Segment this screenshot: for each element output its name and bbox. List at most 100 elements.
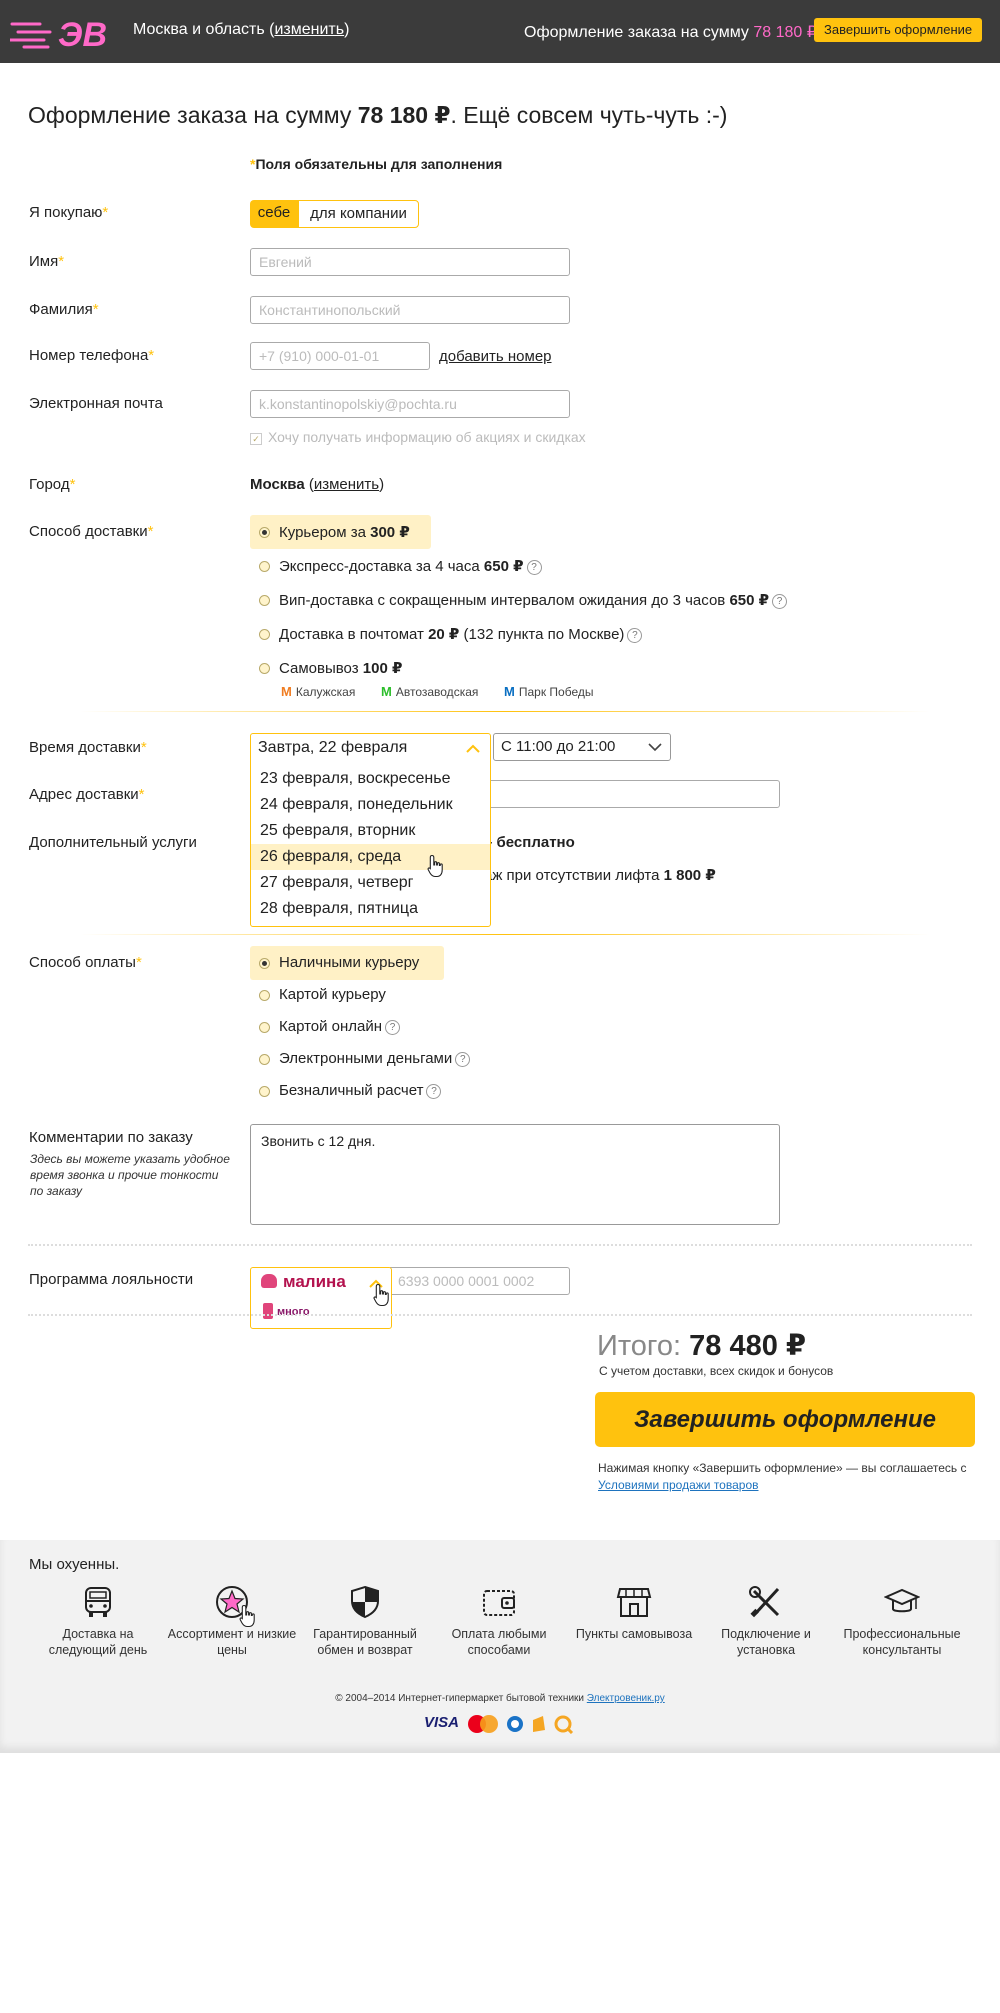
feature-label: Профессиональные консультанты	[843, 1627, 961, 1657]
help-icon[interactable]: ?	[385, 1020, 401, 1035]
delivery-radio-pickup[interactable]	[259, 663, 270, 674]
required-note: *Поля обязательны для заполнения	[250, 156, 502, 172]
buyer-company-toggle[interactable]: для компании	[298, 200, 419, 228]
delivery-date-dropdown[interactable]: Завтра, 22 февраля 23 февраля, воскресен…	[250, 733, 491, 927]
feature-label: Оплата любыми способами	[451, 1627, 547, 1657]
feature-guarantee: Гарантированный обмен и возврат	[295, 1585, 435, 1658]
agreement-text: Нажимая кнопку «Завершить оформление» — …	[598, 1461, 967, 1475]
name-label: Имя*	[29, 253, 64, 270]
phone-field[interactable]: +7 (910) 000-01-01	[250, 342, 430, 370]
total-value: 78 480 ₽	[689, 1330, 807, 1362]
site-header: ЭВ Москва и область (изменить) Оформлени…	[0, 0, 1000, 63]
payment-radio-card-online[interactable]	[259, 1022, 270, 1033]
email-label: Электронная почта	[29, 395, 163, 412]
site-link[interactable]: Электровеник.ру	[587, 1693, 665, 1704]
loyalty-card-field[interactable]: 6393 0000 0001 0002	[390, 1267, 570, 1295]
delivery-option-postamat[interactable]: Доставка в почтомат 20 ₽ (132 пункта по …	[279, 625, 643, 643]
title-amount: 78 180 ₽	[357, 102, 451, 128]
delivery-option-pickup[interactable]: Самовывоз 100 ₽	[279, 659, 402, 677]
delivery-radio-postamat[interactable]	[259, 629, 270, 640]
metro-station[interactable]: M Автозаводская	[381, 684, 478, 699]
metro-station[interactable]: M Парк Победы	[504, 684, 593, 699]
required-star-icon: *	[148, 347, 155, 364]
delivery-date-option[interactable]: 27 февраля, четверг	[251, 870, 490, 896]
services-lift-text: аж при отсутствии лифта	[484, 867, 660, 884]
loyalty-option-malina[interactable]: малина	[261, 1272, 346, 1292]
finish-order-button[interactable]: Завершить оформление	[595, 1392, 975, 1447]
city-label: Город*	[29, 476, 75, 493]
email-field[interactable]: k.konstantinopolskiy@pochta.ru	[250, 390, 570, 418]
delivery-radio-vip[interactable]	[259, 595, 270, 606]
hand-cursor-icon	[239, 1604, 255, 1628]
payment-radio-card-courier[interactable]	[259, 990, 270, 1001]
terms-link[interactable]: Условиями продажи товаров	[598, 1478, 759, 1492]
metro-icon: M	[504, 684, 515, 699]
delivery-option-text: Самовывоз	[279, 660, 363, 677]
delivery-date-option[interactable]: 25 февраля, вторник	[251, 818, 490, 844]
payment-option-cash[interactable]: Наличными курьеру	[279, 954, 419, 971]
delivery-date-selected-text: Завтра, 22 февраля	[258, 739, 408, 756]
delivery-option-vip[interactable]: Вип-доставка с сокращенным интервалом ож…	[279, 591, 788, 609]
delivery-option-express[interactable]: Экспресс-доставка за 4 часа 650 ₽?	[279, 557, 542, 575]
metro-station-name: Парк Победы	[518, 685, 594, 699]
delivery-option-text: Экспресс-доставка за 4 часа	[279, 558, 484, 575]
required-star-icon: *	[140, 739, 147, 756]
mastercard-icon	[465, 1714, 498, 1734]
delivery-option-courier[interactable]: Курьером за 300 ₽	[279, 523, 410, 541]
loyalty-program-dropdown[interactable]: малина много	[250, 1267, 392, 1329]
services-free-text: бесплатно	[496, 834, 575, 851]
delivery-date-option[interactable]: 26 февраля, среда	[251, 844, 490, 870]
required-star-icon: *	[102, 204, 109, 221]
feature-label: Ассортимент и низкие цены	[167, 1627, 297, 1657]
section-divider	[28, 1244, 972, 1246]
delivery-time-label-text: Время доставки	[29, 739, 141, 756]
delivery-date-selected[interactable]: Завтра, 22 февраля	[251, 734, 490, 762]
payment-label: Способ оплаты*	[29, 954, 142, 971]
delivery-interval-select[interactable]: С 11:00 до 21:00	[493, 733, 671, 761]
feature-installation: Подключение и установка	[696, 1585, 836, 1658]
subscribe-checkbox-row[interactable]: ✓ Хочу получать информацию об акциях и ск…	[250, 429, 586, 445]
delivery-option-price: 300 ₽	[370, 524, 410, 541]
payment-label-text: Способ оплаты	[29, 954, 136, 971]
surname-field[interactable]: Константинопольский	[250, 296, 570, 324]
help-icon[interactable]: ?	[772, 594, 788, 609]
add-phone-link[interactable]: добавить номер	[439, 348, 552, 365]
total-word: Итого:	[597, 1330, 682, 1362]
buyer-self-toggle[interactable]: себе	[250, 200, 298, 228]
header-finish-button[interactable]: Завершить оформление	[814, 18, 983, 42]
payment-option-card-online[interactable]: Картой онлайн?	[279, 1018, 401, 1035]
loyalty-option-mnogo[interactable]: много	[263, 1303, 310, 1319]
feature-assortment: Ассортимент и низкие цены	[162, 1585, 302, 1658]
delivery-date-option[interactable]: 23 февраля, воскресенье	[251, 766, 490, 792]
help-icon[interactable]: ?	[627, 628, 643, 643]
surname-label: Фамилия*	[29, 301, 99, 318]
subscribe-label: Хочу получать информацию об акциях и ски…	[268, 429, 586, 445]
delivery-date-option[interactable]: 28 февраля, пятница	[251, 896, 490, 922]
name-field[interactable]: Евгений	[250, 248, 570, 276]
help-icon[interactable]: ?	[455, 1052, 471, 1067]
malina-logo-icon	[261, 1274, 277, 1288]
payment-radio-emoney[interactable]	[259, 1054, 270, 1065]
payment-option-card-courier[interactable]: Картой курьеру	[279, 986, 386, 1003]
comment-textarea[interactable]: Звонить с 12 дня.	[250, 1124, 780, 1225]
payment-option-text: Электронными деньгами	[279, 1050, 453, 1067]
payment-option-emoney[interactable]: Электронными деньгами?	[279, 1050, 471, 1067]
delivery-radio-courier[interactable]	[259, 527, 270, 538]
payment-radio-cashless[interactable]	[259, 1086, 270, 1097]
region-text: Москва и область	[133, 21, 265, 38]
city-change-link[interactable]: изменить	[314, 476, 379, 493]
help-icon[interactable]: ?	[526, 560, 542, 575]
required-star-icon: *	[138, 786, 145, 803]
delivery-label-text: Способ доставки	[29, 523, 148, 540]
logo-icon[interactable]: ЭВ	[10, 12, 114, 52]
region-change-link[interactable]: изменить	[274, 21, 344, 38]
feature-payment: Оплата любыми способами	[429, 1585, 569, 1658]
loyalty-selected-text: малина	[283, 1272, 346, 1291]
metro-station[interactable]: M Калужская	[281, 684, 355, 699]
checkbox-icon[interactable]: ✓	[250, 433, 262, 445]
payment-radio-cash[interactable]	[259, 958, 270, 969]
help-icon[interactable]: ?	[426, 1084, 442, 1099]
delivery-date-option[interactable]: 24 февраля, понедельник	[251, 792, 490, 818]
payment-option-cashless[interactable]: Безналичный расчет?	[279, 1082, 442, 1099]
delivery-radio-express[interactable]	[259, 561, 270, 572]
